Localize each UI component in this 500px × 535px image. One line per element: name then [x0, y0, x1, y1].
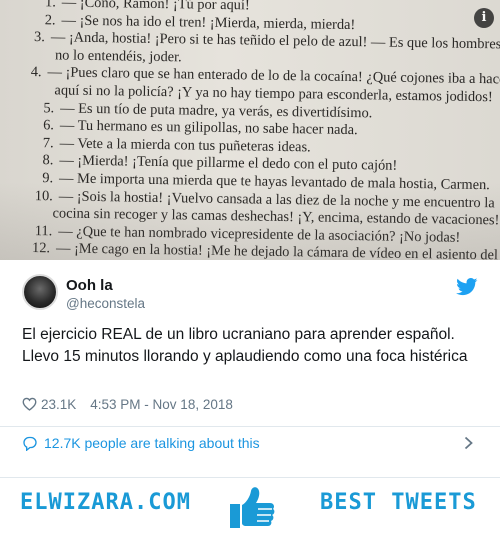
info-icon[interactable]: i [474, 8, 494, 28]
display-name[interactable]: Ooh la [66, 277, 113, 294]
user-handle[interactable]: @heconstela [66, 296, 145, 311]
comment-icon [23, 436, 37, 451]
avatar[interactable] [22, 274, 58, 310]
twitter-bird-icon[interactable] [456, 278, 478, 296]
chevron-right-icon[interactable] [464, 436, 473, 450]
site-name[interactable]: ELWIZARA.COM [20, 490, 191, 515]
conversation-link[interactable]: 12.7K people are talking about this [0, 426, 500, 458]
tweet-meta: 23.1K 4:53 PM - Nov 18, 2018 [22, 395, 233, 413]
footer-banner: ELWIZARA.COM BEST TWEETS [0, 478, 500, 535]
tweet-card: Ooh la @heconstela El ejercicio REAL de … [0, 260, 500, 478]
heart-icon[interactable] [22, 397, 37, 411]
tweet-timestamp[interactable]: 4:53 PM - Nov 18, 2018 [90, 397, 233, 412]
tweet-text: El ejercicio REAL de un libro ucraniano … [22, 326, 468, 365]
thumbs-up-icon [230, 487, 275, 528]
like-count[interactable]: 23.1K [41, 397, 76, 412]
banner-tagline: BEST TWEETS [320, 490, 477, 515]
book-photo: 1.— ¡Coño, Ramón! ¡Tú por aquí!2.— ¡Se n… [0, 0, 500, 260]
conversation-count[interactable]: 12.7K people are talking about this [44, 435, 260, 451]
